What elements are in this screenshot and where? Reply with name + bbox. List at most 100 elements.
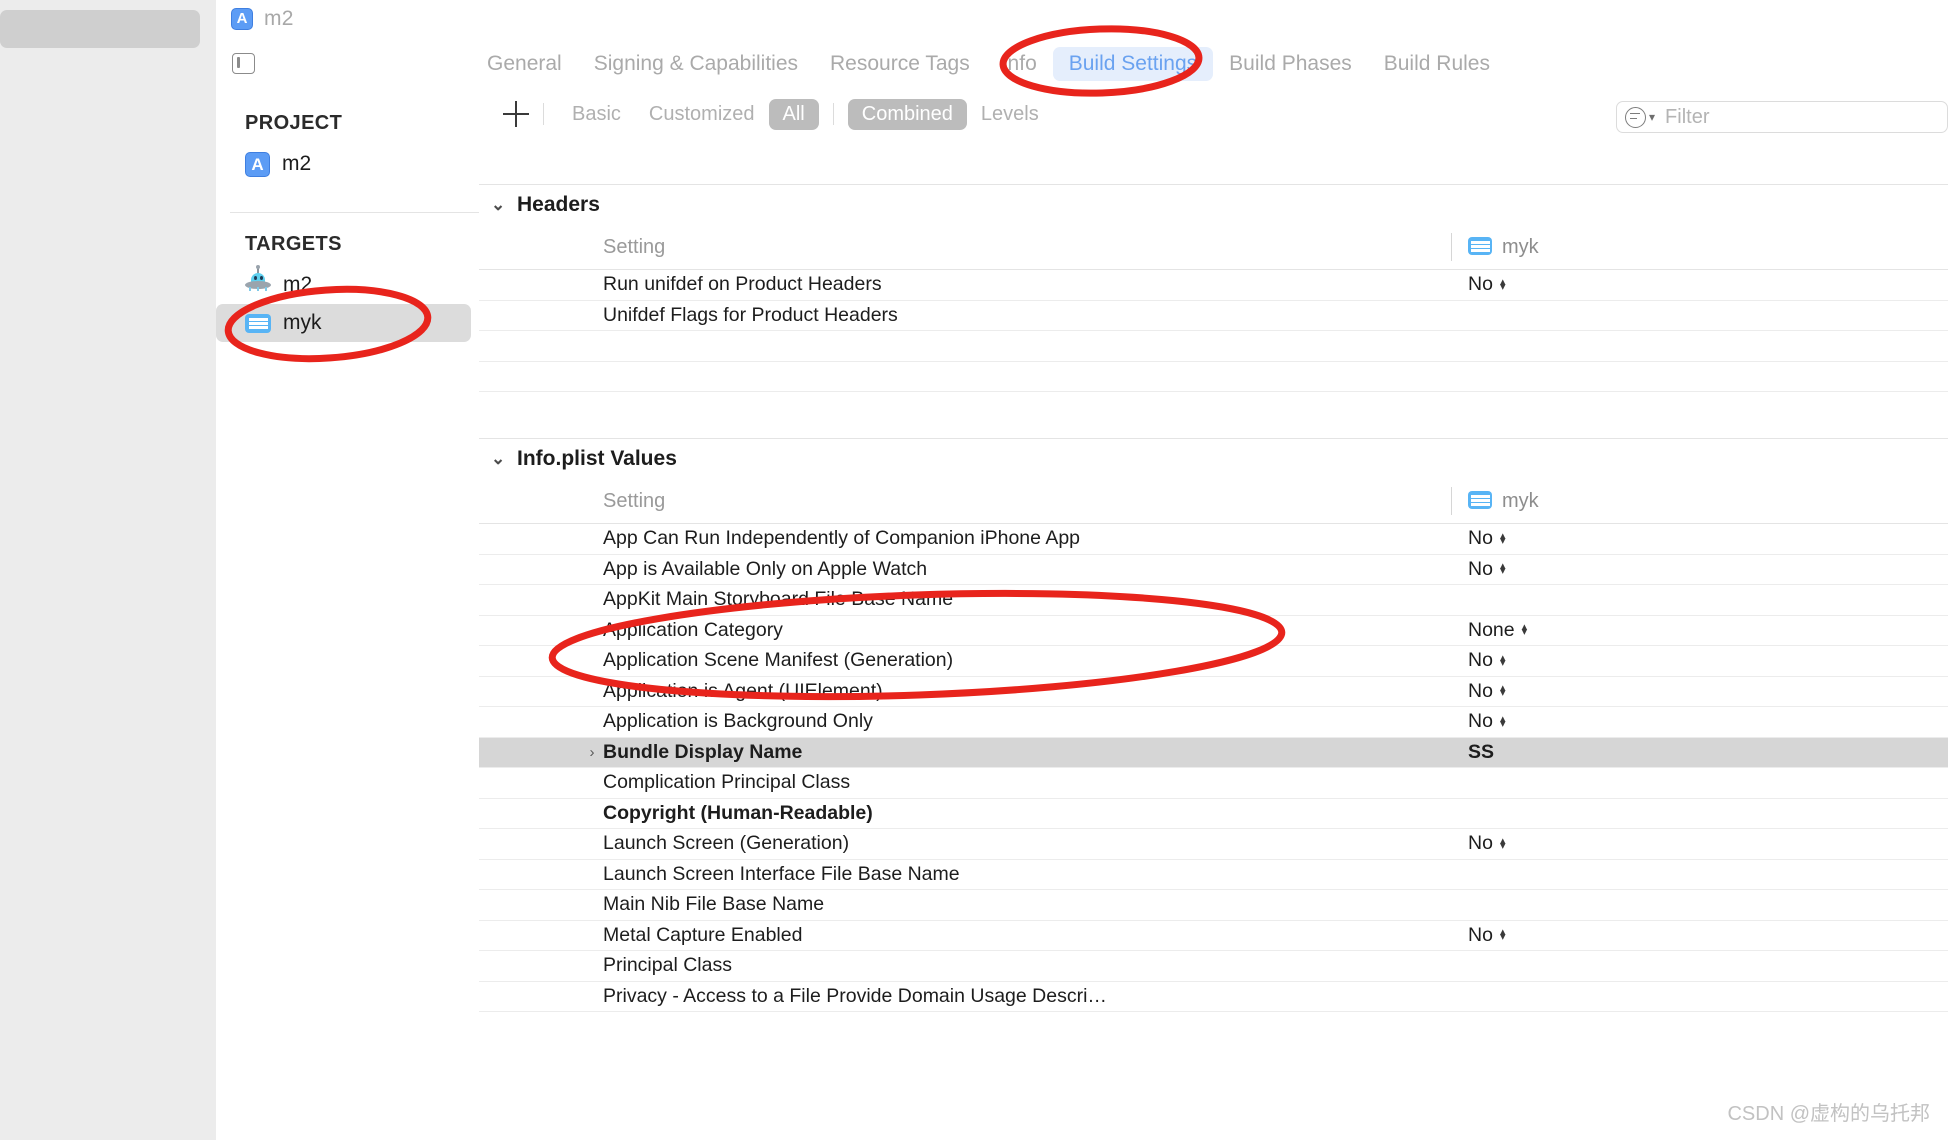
view-levels-button[interactable]: Levels [967, 99, 1053, 130]
navigator-item-label: m2 [283, 273, 312, 297]
stepper-icon[interactable]: ▴▾ [1500, 656, 1506, 666]
table-row[interactable]: ›Bundle Display Name SS [479, 738, 1948, 769]
stepper-icon[interactable]: ▴▾ [1500, 686, 1506, 696]
toolbar-divider [833, 103, 834, 125]
tab-info[interactable]: Info [986, 47, 1053, 81]
watermark: CSDN @虚构的乌托邦 [1727, 1097, 1930, 1126]
setting-value-cell[interactable]: SS [1452, 741, 1948, 764]
navigator-item-target-m2[interactable]: m2 [216, 266, 479, 304]
setting-value-cell[interactable]: No ▴▾ [1452, 710, 1948, 733]
table-row[interactable]: Privacy - Access to a File Provide Domai… [479, 982, 1948, 1013]
editor-tabbar: General Signing & Capabilities Resource … [216, 37, 1948, 91]
setting-value: No [1468, 710, 1493, 733]
setting-value: No [1468, 273, 1493, 296]
chevron-down-icon[interactable]: ▾ [1649, 110, 1655, 124]
table-row[interactable]: Main Nib File Base Name [479, 890, 1948, 921]
stepper-icon[interactable]: ▴▾ [1500, 717, 1506, 727]
targets-section-header: TARGETS [216, 233, 479, 256]
filter-icon[interactable] [1625, 107, 1646, 128]
setting-name: Bundle Display Name [603, 741, 802, 764]
setting-value-cell[interactable]: No▴▾ [1452, 680, 1948, 703]
table-row[interactable]: Complication Principal Class [479, 768, 1948, 799]
section-header-infoplist-values[interactable]: ⌄ Info.plist Values [479, 438, 1948, 479]
tab-build-settings[interactable]: Build Settings [1053, 47, 1213, 81]
setting-value-cell[interactable]: No ▴▾ [1452, 649, 1948, 672]
column-header-setting: Setting [603, 490, 665, 513]
table-row[interactable]: AppKit Main Storyboard File Base Name [479, 585, 1948, 616]
stepper-icon[interactable]: ▴▾ [1522, 625, 1528, 635]
setting-value: No [1468, 527, 1493, 550]
setting-value: SS [1468, 741, 1494, 764]
setting-name: Run unifdef on Product Headers [603, 273, 882, 296]
filter-all-button[interactable]: All [769, 99, 819, 130]
filter-customized-button[interactable]: Customized [635, 99, 769, 130]
setting-value-cell[interactable]: No ▴▾ [1452, 924, 1948, 947]
table-row[interactable]: App Can Run Independently of Companion i… [479, 524, 1948, 555]
table-row[interactable]: Launch Screen (Generation)No▴▾ [479, 829, 1948, 860]
stepper-icon[interactable]: ▴▾ [1500, 280, 1506, 290]
setting-value-cell[interactable]: None ▴▾ [1452, 619, 1948, 642]
table-row[interactable]: Launch Screen Interface File Base Name [479, 860, 1948, 891]
setting-value-cell[interactable]: No ▴▾ [1452, 273, 1948, 296]
table-row[interactable]: Application Scene Manifest (Generation)N… [479, 646, 1948, 677]
tab-build-rules[interactable]: Build Rules [1368, 47, 1506, 81]
table-row[interactable]: Application is Background Only No ▴▾ [479, 707, 1948, 738]
keyboard-icon [1468, 491, 1492, 511]
table-row[interactable]: Run unifdef on Product Headers No ▴▾ [479, 270, 1948, 301]
add-setting-button[interactable] [503, 101, 529, 127]
setting-name: Principal Class [603, 954, 732, 977]
tab-build-phases[interactable]: Build Phases [1213, 47, 1368, 81]
appstore-icon: A [231, 8, 253, 30]
table-row[interactable]: Metal Capture EnabledNo▴▾ [479, 921, 1948, 952]
setting-value-cell[interactable]: No▴▾ [1452, 558, 1948, 581]
tab-signing-capabilities[interactable]: Signing & Capabilities [578, 47, 814, 81]
setting-name: Copyright (Human-Readable) [603, 802, 873, 825]
table-row[interactable]: Application Category None ▴▾ [479, 616, 1948, 647]
table-row[interactable]: Application is Agent (UIElement)No▴▾ [479, 677, 1948, 708]
infoplist-rows-container: App Can Run Independently of Companion i… [479, 524, 1948, 1012]
stepper-icon[interactable]: ▴▾ [1500, 534, 1506, 544]
column-header-target[interactable]: myk [1451, 487, 1948, 515]
build-settings-toolbar: Basic Customized All Combined Levels ▾ F… [479, 90, 1948, 139]
section-header-headers[interactable]: ⌄ Headers [479, 184, 1948, 225]
setting-value: No [1468, 924, 1493, 947]
chevron-right-icon[interactable]: › [581, 744, 603, 761]
stepper-icon[interactable]: ▴▾ [1500, 839, 1506, 849]
tab-resource-tags[interactable]: Resource Tags [814, 47, 986, 81]
project-navigator: PROJECT A m2 TARGETS m2 myk [216, 90, 480, 1140]
navigator-item-project-m2[interactable]: A m2 [216, 145, 479, 183]
window-title: m2 [264, 7, 294, 31]
setting-value-cell[interactable]: No▴▾ [1452, 832, 1948, 855]
appstore-icon: A [245, 152, 270, 177]
navigator-item-target-myk[interactable]: myk [216, 304, 471, 342]
build-settings-table[interactable]: ⌄ Headers Setting myk Run unifdef on Pro… [479, 138, 1948, 1140]
stepper-icon[interactable]: ▴▾ [1500, 930, 1506, 940]
setting-name: Unifdef Flags for Product Headers [603, 304, 898, 327]
view-combined-button[interactable]: Combined [848, 99, 967, 130]
filter-basic-button[interactable]: Basic [558, 99, 635, 130]
filter-search-field[interactable]: ▾ Filter [1616, 101, 1948, 133]
table-row[interactable]: App is Available Only on Apple WatchNo▴▾ [479, 555, 1948, 586]
table-row[interactable]: Principal Class [479, 951, 1948, 982]
sidebar-toggle-icon[interactable] [232, 53, 255, 74]
background-window-pill [0, 10, 200, 48]
setting-name: Application Category [603, 619, 783, 642]
table-row[interactable]: Copyright (Human-Readable) [479, 799, 1948, 830]
table-row[interactable]: Unifdef Flags for Product Headers [479, 301, 1948, 332]
section-gap [479, 392, 1948, 438]
setting-name: Application is Background Only [603, 710, 873, 733]
stepper-icon[interactable]: ▴▾ [1500, 564, 1506, 574]
desktop-background-strip [0, 0, 216, 1140]
setting-value: None [1468, 619, 1515, 642]
column-header-row: Setting myk [479, 225, 1948, 270]
setting-name: Privacy - Access to a File Provide Domai… [603, 985, 1107, 1008]
chevron-down-icon[interactable]: ⌄ [491, 195, 505, 215]
column-header-target[interactable]: myk [1451, 233, 1948, 261]
column-header-target-label: myk [1502, 490, 1539, 513]
screen-root: A m2 General Signing & Capabilities Reso… [0, 0, 1948, 1140]
tab-general[interactable]: General [471, 47, 578, 81]
section-title: Info.plist Values [517, 447, 677, 471]
chevron-down-icon[interactable]: ⌄ [491, 449, 505, 469]
setting-value: No [1468, 649, 1493, 672]
setting-value-cell[interactable]: No ▴▾ [1452, 527, 1948, 550]
